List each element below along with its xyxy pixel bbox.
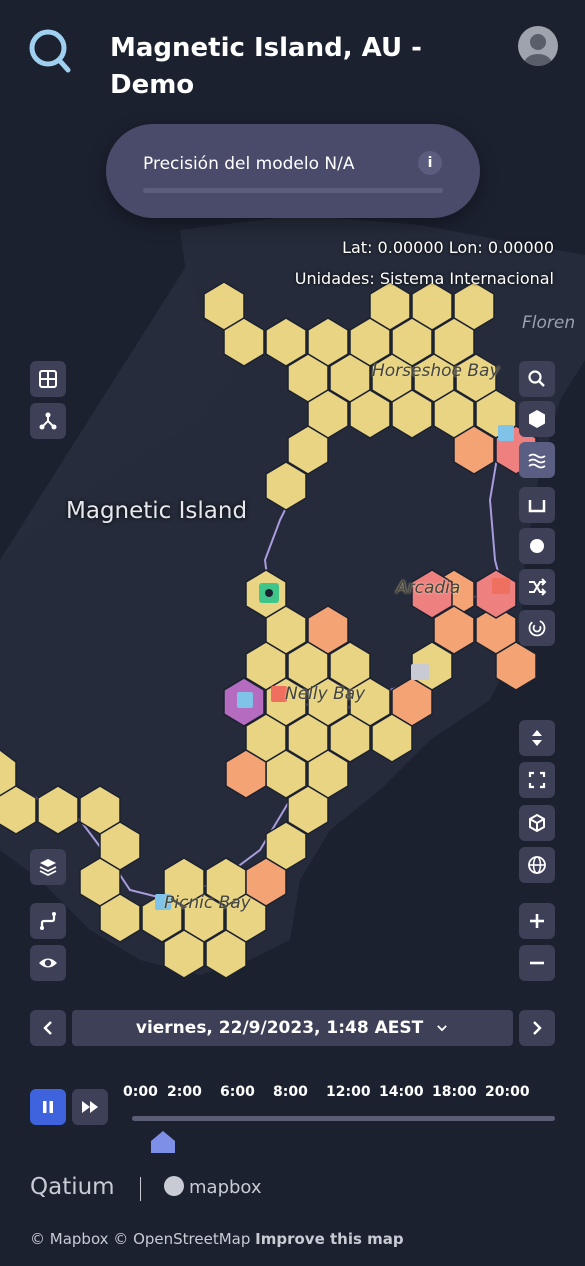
eye-icon xyxy=(39,958,57,968)
tank-icon xyxy=(528,500,546,513)
tank-marker xyxy=(237,692,253,708)
junction-button[interactable] xyxy=(519,528,555,564)
fast-forward-icon xyxy=(82,1101,98,1113)
next-day-button[interactable] xyxy=(519,1010,555,1046)
network-icon xyxy=(39,412,57,430)
map-label-arcadia: Arcadia xyxy=(396,578,461,598)
pitch-button[interactable] xyxy=(519,720,555,756)
shuffle-button[interactable] xyxy=(519,569,555,605)
map-attribution: © Mapbox © OpenStreetMap Improve this ma… xyxy=(30,1230,404,1248)
footer-divider xyxy=(140,1177,141,1201)
info-icon[interactable]: i xyxy=(418,151,442,175)
timeline-tick: 18:00 xyxy=(432,1084,477,1100)
route-icon xyxy=(40,912,56,930)
timeline-tick: 8:00 xyxy=(273,1084,308,1100)
timeline-thumb[interactable] xyxy=(150,1130,176,1154)
map-label-picnic: Picnic Bay xyxy=(164,893,251,913)
zoom-in-button[interactable] xyxy=(519,903,555,939)
chevron-down-icon xyxy=(437,1025,447,1032)
globe-icon xyxy=(528,856,546,874)
map-label-island: Magnetic Island xyxy=(66,498,248,524)
timeline-tick: 2:00 xyxy=(167,1084,202,1100)
improve-map-link[interactable]: Improve this map xyxy=(255,1230,403,1248)
timeline-tick: 20:00 xyxy=(485,1084,530,1100)
precision-label: Precisión del modelo N/A xyxy=(143,154,355,174)
date-label: viernes, 22/9/2023, 1:48 AEST xyxy=(135,1018,424,1038)
logo-icon xyxy=(29,29,71,73)
globe-button[interactable] xyxy=(519,847,555,883)
chevron-left-icon xyxy=(43,1021,52,1035)
grid-button[interactable] xyxy=(30,361,66,397)
valve-marker xyxy=(411,664,429,680)
fast-forward-button[interactable] xyxy=(72,1089,108,1125)
layers-button[interactable] xyxy=(30,849,66,885)
model-precision-card: Precisión del modelo N/A i xyxy=(106,124,480,218)
map-label-nelly: Nelly Bay xyxy=(285,684,366,704)
avatar[interactable] xyxy=(518,26,558,66)
visibility-button[interactable] xyxy=(30,945,66,981)
timeline-tick: 14:00 xyxy=(379,1084,424,1100)
tank-button[interactable] xyxy=(519,487,555,523)
prev-day-button[interactable] xyxy=(30,1010,66,1046)
tank-marker xyxy=(498,425,514,441)
chevron-right-icon xyxy=(533,1021,542,1035)
page-title: Magnetic Island, AU - Demo xyxy=(110,33,422,100)
search-button[interactable] xyxy=(519,361,555,397)
valve-marker xyxy=(492,578,510,594)
lat-lon-readout: Lat: 0.00000 Lon: 0.00000 xyxy=(342,238,554,257)
cube-icon xyxy=(529,813,545,833)
spiral-icon xyxy=(528,619,546,637)
timeline-tick: 12:00 xyxy=(326,1084,371,1100)
hexagon-button[interactable] xyxy=(519,401,555,437)
layers-icon xyxy=(39,859,57,877)
updown-icon xyxy=(532,730,542,746)
date-selector[interactable]: viernes, 22/9/2023, 1:48 AEST xyxy=(72,1010,513,1046)
zoom-out-icon xyxy=(530,961,544,965)
fullscreen-button[interactable] xyxy=(519,762,555,798)
precision-bar xyxy=(143,188,443,193)
timeline-tick: 0:00 xyxy=(123,1084,158,1100)
zoom-out-button[interactable] xyxy=(519,945,555,981)
search-icon xyxy=(528,370,545,387)
waves-icon xyxy=(528,453,546,469)
pause-icon xyxy=(43,1101,53,1113)
user-icon xyxy=(524,34,552,66)
qatium-logo: Qatium xyxy=(30,1174,115,1200)
shuffle-icon xyxy=(529,578,547,596)
circle-icon xyxy=(530,539,544,553)
hexagon-icon xyxy=(529,410,545,428)
network-button[interactable] xyxy=(30,403,66,439)
map-label-horseshoe: Horseshoe Bay xyxy=(372,361,500,381)
mapbox-logo[interactable]: mapbox xyxy=(189,1177,262,1198)
pause-button[interactable] xyxy=(30,1089,66,1125)
mapbox-icon xyxy=(164,1176,184,1196)
spiral-button[interactable] xyxy=(519,610,555,646)
fullscreen-icon xyxy=(528,771,546,789)
zoom-in-icon xyxy=(530,914,544,928)
grid-icon xyxy=(39,370,57,388)
3d-button[interactable] xyxy=(519,805,555,841)
waves-button[interactable] xyxy=(519,442,555,478)
units-readout: Unidades: Sistema Internacional xyxy=(294,269,554,288)
map-label-florence: Floren xyxy=(522,313,576,333)
route-button[interactable] xyxy=(30,903,66,939)
copyright-text[interactable]: © Mapbox © OpenStreetMap xyxy=(30,1230,250,1248)
timeline-tick: 6:00 xyxy=(220,1084,255,1100)
timeline-track[interactable] xyxy=(132,1116,555,1121)
header: Magnetic Island, AU - Demo xyxy=(0,0,585,110)
